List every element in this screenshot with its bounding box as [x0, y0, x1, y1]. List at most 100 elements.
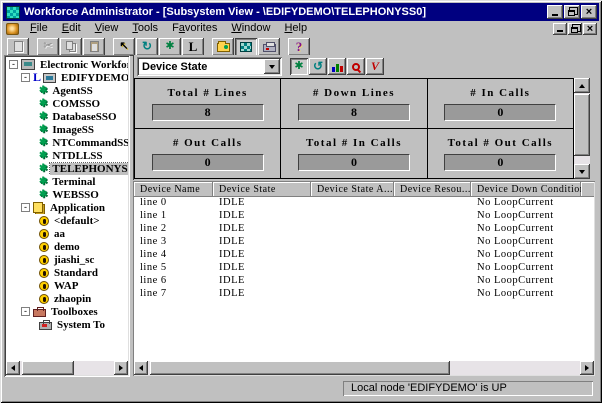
letter-l-icon — [189, 40, 198, 54]
collapse-icon[interactable]: - — [21, 203, 30, 212]
scrollbar-thumb[interactable] — [150, 361, 450, 375]
table-horizontal-scrollbar[interactable] — [134, 361, 594, 375]
tree-item-edifydemo[interactable]: -LEDIFYDEMO — [6, 71, 128, 84]
stat-cell-total-in-calls: Total # In Calls0 — [281, 129, 427, 179]
tree-item-label: Standard — [52, 267, 100, 279]
mdi-document-icon[interactable] — [6, 23, 19, 35]
table-row-line-1[interactable]: line 1IDLENo LoopCurrent — [134, 210, 594, 223]
column-header-device-state[interactable]: Device State — [213, 182, 311, 197]
tree-item-jiashi-sc[interactable]: jiashi_sc — [6, 253, 128, 266]
tree-item-databasesso[interactable]: DatabaseSSO — [6, 110, 128, 123]
tree-item-wap[interactable]: WAP — [6, 279, 128, 292]
tree-horizontal-scrollbar[interactable] — [6, 361, 128, 375]
mdi-close-button[interactable]: × — [583, 23, 597, 35]
column-header-blank[interactable] — [581, 182, 594, 197]
pointer-mode-button[interactable] — [113, 38, 135, 56]
scroll-right-button[interactable] — [114, 361, 128, 375]
table-row-line-5[interactable]: line 5IDLENo LoopCurrent — [134, 262, 594, 275]
tree-item-electronic-workfor[interactable]: -Electronic Workfor — [6, 58, 128, 71]
status-bar: Local node 'EDIFYDEMO' is UP — [3, 379, 599, 399]
collapse-icon[interactable]: - — [21, 307, 30, 316]
view-select-combo[interactable]: Device State — [137, 57, 282, 76]
scroll-down-button[interactable] — [574, 164, 590, 179]
table-cell: line 1 — [134, 210, 213, 223]
table-cell: line 2 — [134, 223, 213, 236]
table-row-line-4[interactable]: line 4IDLENo LoopCurrent — [134, 249, 594, 262]
tree-item-terminal[interactable]: Terminal — [6, 175, 128, 188]
menu-item-edit[interactable]: Edit — [55, 21, 88, 36]
tree-item-telephonyss0[interactable]: TELEPHONYSS0 — [6, 162, 128, 175]
tree-item-zhaopin[interactable]: zhaopin — [6, 292, 128, 305]
chart-view-button[interactable] — [328, 58, 346, 75]
tree-item-imagess[interactable]: ImageSS — [6, 123, 128, 136]
table-cell — [311, 223, 394, 236]
validate-view-button[interactable] — [366, 58, 384, 75]
scrollbar-thumb[interactable] — [574, 94, 590, 156]
stats-vertical-scrollbar[interactable] — [574, 78, 590, 179]
combo-dropdown-button[interactable] — [264, 59, 280, 74]
collapse-icon[interactable]: - — [21, 73, 30, 82]
device-view-button[interactable] — [290, 58, 308, 75]
help-button[interactable] — [288, 38, 310, 56]
restore-button[interactable] — [564, 5, 580, 19]
tree-item-toolboxes[interactable]: -Toolboxes — [6, 305, 128, 318]
scrollbar-thumb[interactable] — [22, 361, 74, 375]
table-cell: No LoopCurrent — [471, 249, 581, 262]
column-header-device-name[interactable]: Device Name — [134, 182, 213, 197]
subsystem-view-button[interactable] — [235, 38, 257, 56]
column-header-device-resou[interactable]: Device Resou... — [394, 182, 471, 197]
stat-cell-total-out-calls: Total # Out Calls0 — [428, 129, 574, 179]
menu-item-file[interactable]: File — [23, 21, 55, 36]
tree-item-standard[interactable]: Standard — [6, 266, 128, 279]
tree-item-ntcommandss[interactable]: NTCommandSS — [6, 136, 128, 149]
table-row-line-6[interactable]: line 6IDLENo LoopCurrent — [134, 275, 594, 288]
chart-view-icon — [332, 62, 343, 72]
tree-item-system-to[interactable]: System To — [6, 318, 128, 331]
refresh-view-button[interactable] — [309, 58, 327, 75]
table-row-line-0[interactable]: line 0IDLENo LoopCurrent — [134, 197, 594, 210]
app-icon — [39, 216, 49, 226]
refresh-button[interactable] — [136, 38, 158, 56]
menu-item-help[interactable]: Help — [277, 21, 314, 36]
close-button[interactable]: × — [581, 5, 597, 19]
mdi-restore-button[interactable] — [568, 23, 582, 35]
subsystem-icon — [39, 176, 47, 187]
log-button[interactable] — [182, 38, 204, 56]
node-letter-badge: L — [33, 71, 41, 84]
open-folder-button[interactable] — [212, 38, 234, 56]
collapse-icon[interactable]: - — [9, 60, 18, 69]
table-row-line-7[interactable]: line 7IDLENo LoopCurrent — [134, 288, 594, 301]
mdi-minimize-button[interactable] — [553, 23, 567, 35]
scroll-up-button[interactable] — [574, 78, 590, 93]
minimize-icon — [552, 14, 558, 16]
validate-view-icon — [371, 60, 379, 73]
table-row-line-2[interactable]: line 2IDLENo LoopCurrent — [134, 223, 594, 236]
tree-item-agentss[interactable]: AgentSS — [6, 84, 128, 97]
table-cell: IDLE — [213, 223, 311, 236]
minimize-button[interactable] — [547, 5, 563, 19]
new-document-icon — [14, 41, 23, 52]
scroll-left-button[interactable] — [134, 361, 148, 375]
table-row-line-3[interactable]: line 3IDLENo LoopCurrent — [134, 236, 594, 249]
menu-item-window[interactable]: Window — [224, 21, 277, 36]
menu-item-view[interactable]: View — [88, 21, 126, 36]
view-bar: Device State — [134, 55, 595, 78]
menu-item-tools[interactable]: Tools — [125, 21, 165, 36]
subsystems-button[interactable] — [159, 38, 181, 56]
alarm-view-button[interactable] — [347, 58, 365, 75]
column-header-device-state-a[interactable]: Device State A... — [311, 182, 394, 197]
tree-item-websso[interactable]: WEBSSO — [6, 188, 128, 201]
table-cell — [394, 249, 471, 262]
tree-item-aa[interactable]: aa — [6, 227, 128, 240]
scroll-left-button[interactable] — [6, 361, 20, 375]
tree-item-comsso[interactable]: COMSSO — [6, 97, 128, 110]
tree-item-ntdllss[interactable]: NTDLLSS — [6, 149, 128, 162]
tree-item-default[interactable]: <default> — [6, 214, 128, 227]
menu-item-favorites[interactable]: Favorites — [165, 21, 224, 36]
tree-item-demo[interactable]: demo — [6, 240, 128, 253]
scroll-right-button[interactable] — [580, 361, 594, 375]
arrow-up-icon — [579, 84, 585, 88]
print-button[interactable] — [258, 38, 280, 56]
tree-item-application[interactable]: -Application — [6, 201, 128, 214]
column-header-device-down-condition[interactable]: Device Down Condition — [471, 182, 581, 197]
